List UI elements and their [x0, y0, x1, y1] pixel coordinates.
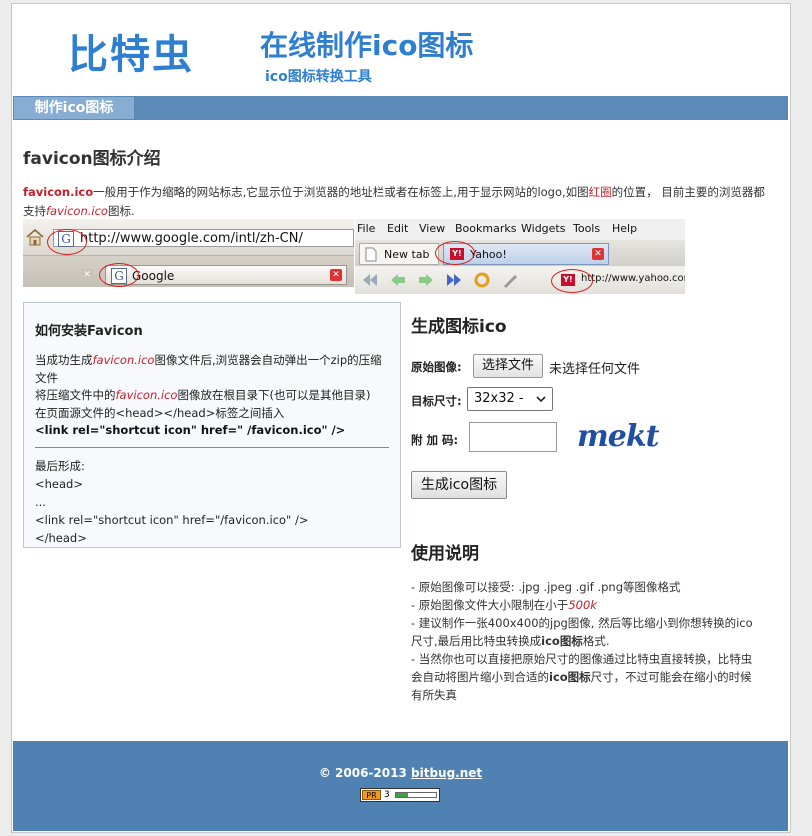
pagerank-badge[interactable]: PR 3: [360, 788, 440, 802]
address-bar-area: G http://www.google.com/intl/zh-CN/: [23, 219, 354, 256]
back-arrow-icon: [391, 274, 405, 286]
result-line: ...: [35, 495, 46, 509]
tab-title: New tab: [384, 248, 430, 261]
install-title: 如何安装Favicon: [35, 324, 143, 339]
usage-item: - 当然你也可以直接把原始尺寸的图像通过比特虫直接转换，比特虫会自动将图片缩小到…: [411, 652, 753, 702]
copyright-text: © 2006-2013: [318, 766, 407, 780]
site-logo[interactable]: 比特虫: [68, 22, 194, 80]
file-status-text: 未选择任何文件: [549, 362, 641, 377]
usage-heading: 使用说明: [411, 544, 479, 564]
install-line-3: 在页面源文件的<head></head>标签之间插入: [35, 405, 285, 420]
close-icon: ✕: [592, 248, 604, 260]
footer: © 2006-2013 bitbug.net PR 3: [13, 741, 788, 831]
url-box: G http://www.google.com/intl/zh-CN/: [53, 229, 354, 247]
intro-text-part3: 图标.: [107, 204, 135, 218]
page-icon: [365, 247, 377, 262]
menu-bar: File Edit View Bookmarks Widgets Tools H…: [355, 219, 685, 239]
install-favicon-box: 如何安装Favicon 当成功生成favicon.ico图像文件后,浏览器会自动…: [23, 302, 401, 548]
divider: [35, 447, 389, 448]
page-title: 在线制作ico图标: [260, 29, 474, 62]
url-text: http://www.google.com/intl/zh-CN/: [80, 231, 303, 246]
copyright: © 2006-2013 bitbug.net: [13, 766, 788, 780]
close-icon: ✕: [81, 269, 93, 281]
install-line-2: 将压缩文件中的favicon.ico图像放在根目录下(也可以是其他目录): [35, 388, 371, 402]
result-line: </head>: [35, 531, 87, 545]
favicon-keyword-italic: favicon.ico: [115, 388, 178, 402]
intro-heading: favicon图标介绍: [23, 149, 161, 169]
reload-icon: [474, 272, 490, 288]
usage-item: - 原始图像可以接受: .jpg .jpeg .gif .png等图像格式: [411, 580, 681, 594]
menu-widgets: Widgets: [521, 222, 566, 235]
page-subtitle: ico图标转换工具: [265, 69, 372, 85]
main-nav: 制作ico图标: [13, 96, 788, 120]
forward-arrow-icon: [419, 274, 433, 286]
browser-screenshot-google: G http://www.google.com/intl/zh-CN/ ✕ G …: [23, 219, 354, 287]
favicon-keyword: favicon.ico: [23, 185, 94, 199]
tab-title: Yahoo!: [470, 248, 507, 261]
captcha-label: 附 加 码:: [411, 433, 459, 447]
target-size-label: 目标尺寸:: [411, 394, 462, 408]
nav-item-make-ico[interactable]: 制作ico图标: [14, 97, 134, 119]
menu-tools: Tools: [573, 222, 601, 235]
menu-edit: Edit: [387, 222, 409, 235]
close-icon: ✕: [330, 269, 342, 281]
favicon-keyword-italic: favicon.ico: [46, 204, 108, 218]
tab-bar: ✕ G Google ✕: [23, 256, 354, 287]
usage-item: - 原始图像文件大小限制在小于500k: [411, 598, 597, 612]
page-container: 比特虫 在线制作ico图标 ico图标转换工具 制作ico图标 favicon图…: [11, 3, 791, 833]
home-icon: [26, 228, 44, 246]
usage-list: - 原始图像可以接受: .jpg .jpeg .gif .png等图像格式 - …: [411, 578, 763, 704]
target-size-select[interactable]: 32x32 -: [467, 387, 553, 411]
red-circle-highlight: [551, 269, 593, 293]
browser-tab-new: New tab: [359, 243, 439, 265]
install-instructions: 当成功生成favicon.ico图像文件后,浏览器会自动弹出一个zip的压缩文件…: [35, 352, 391, 440]
size-limit: 500k: [568, 598, 597, 612]
browser-tab-google: G Google ✕: [105, 265, 347, 285]
rewind-icon: [363, 274, 377, 286]
generate-ico-button[interactable]: 生成ico图标: [411, 471, 507, 499]
favicon-keyword-italic: favicon.ico: [92, 353, 155, 367]
pr-value: 3: [384, 790, 390, 800]
menu-file: File: [357, 222, 376, 235]
install-result: 最后形成: <head> ... <link rel="shortcut ico…: [35, 457, 391, 547]
install-line-1: 当成功生成favicon.ico图像文件后,浏览器会自动弹出一个zip的压缩文件: [35, 353, 382, 385]
nav-toolbar: Y! http://www.yahoo.com: [355, 267, 685, 294]
usage-item: - 建议制作一张400x400的jpg图像, 然后等比缩小到你想转换的ico尺寸…: [411, 616, 753, 648]
browser-screenshot-yahoo: File Edit View Bookmarks Widgets Tools H…: [355, 219, 685, 294]
install-code-line: <link rel="shortcut icon" href=" /favico…: [35, 423, 346, 437]
result-label: 最后形成:: [35, 459, 85, 473]
fast-forward-icon: [447, 274, 461, 286]
size-selected-value: 32x32 -: [474, 391, 524, 406]
result-line: <link rel="shortcut icon" href="/favicon…: [35, 513, 309, 527]
menu-view: View: [419, 222, 446, 235]
source-image-label: 原始图像:: [411, 360, 462, 374]
red-circle-highlight: [99, 263, 139, 287]
captcha-input[interactable]: [469, 422, 557, 452]
captcha-image[interactable]: mekt: [577, 417, 659, 457]
menu-help: Help: [612, 222, 638, 235]
intro-text-part1: 一般用于作为缩略的网站标志,它显示位于浏览器的地址栏或者在标签上,用于显示网站的…: [93, 185, 589, 199]
pr-bar-fill: [396, 793, 408, 797]
pr-label: PR: [362, 790, 381, 800]
red-circle-highlight: [47, 229, 87, 255]
generator-heading: 生成图标ico: [411, 317, 507, 337]
url-text: http://www.yahoo.com: [581, 273, 685, 284]
menu-bookmarks: Bookmarks: [455, 222, 517, 235]
site-link[interactable]: bitbug.net: [411, 766, 482, 780]
result-line: <head>: [35, 477, 83, 491]
red-circle-highlight: [435, 241, 475, 265]
intro-paragraph: favicon.ico一般用于作为缩略的网站标志,它显示位于浏览器的地址栏或者在…: [23, 183, 775, 221]
edit-icon: [504, 275, 517, 288]
tab-bar: New tab Y! Yahoo! ✕: [355, 240, 685, 266]
choose-file-button[interactable]: 选择文件: [473, 354, 543, 378]
red-ring-word: 红圈: [588, 185, 612, 199]
chevron-down-icon: [536, 396, 546, 403]
pr-bar: [395, 792, 437, 798]
